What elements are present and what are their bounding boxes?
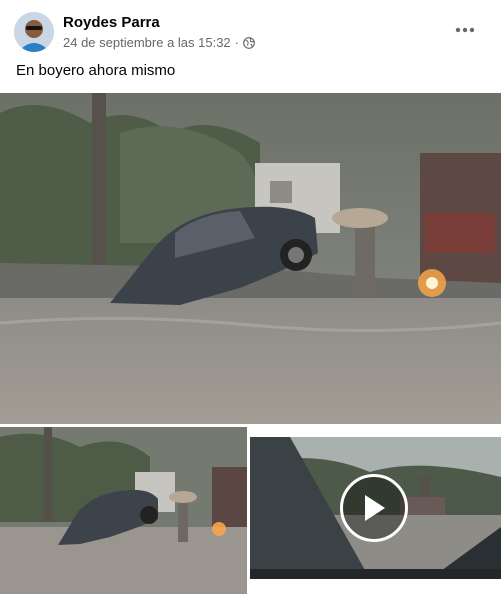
play-button[interactable] — [340, 474, 408, 542]
post-meta: 24 de septiembre a las 15:32 · — [63, 35, 255, 50]
windshield-rain-video[interactable] — [250, 437, 501, 579]
post-timestamp[interactable]: 24 de septiembre a las 15:32 — [63, 35, 231, 50]
more-options-button[interactable] — [449, 18, 481, 42]
globe-icon[interactable] — [243, 36, 255, 49]
flooded-street-car-photo[interactable] — [0, 93, 501, 424]
facebook-post: Roydes Parra 24 de septiembre a las 15:3… — [0, 0, 501, 594]
more-horizontal-icon — [455, 27, 475, 33]
flooded-street-car-photo-small[interactable] — [0, 427, 247, 594]
post-text: En boyero ahora mismo — [16, 62, 176, 79]
avatar[interactable] — [14, 12, 54, 52]
author-name[interactable]: Roydes Parra — [63, 14, 160, 31]
play-icon — [365, 495, 385, 521]
meta-separator: · — [234, 35, 240, 50]
post-header: Roydes Parra 24 de septiembre a las 15:3… — [0, 0, 501, 60]
